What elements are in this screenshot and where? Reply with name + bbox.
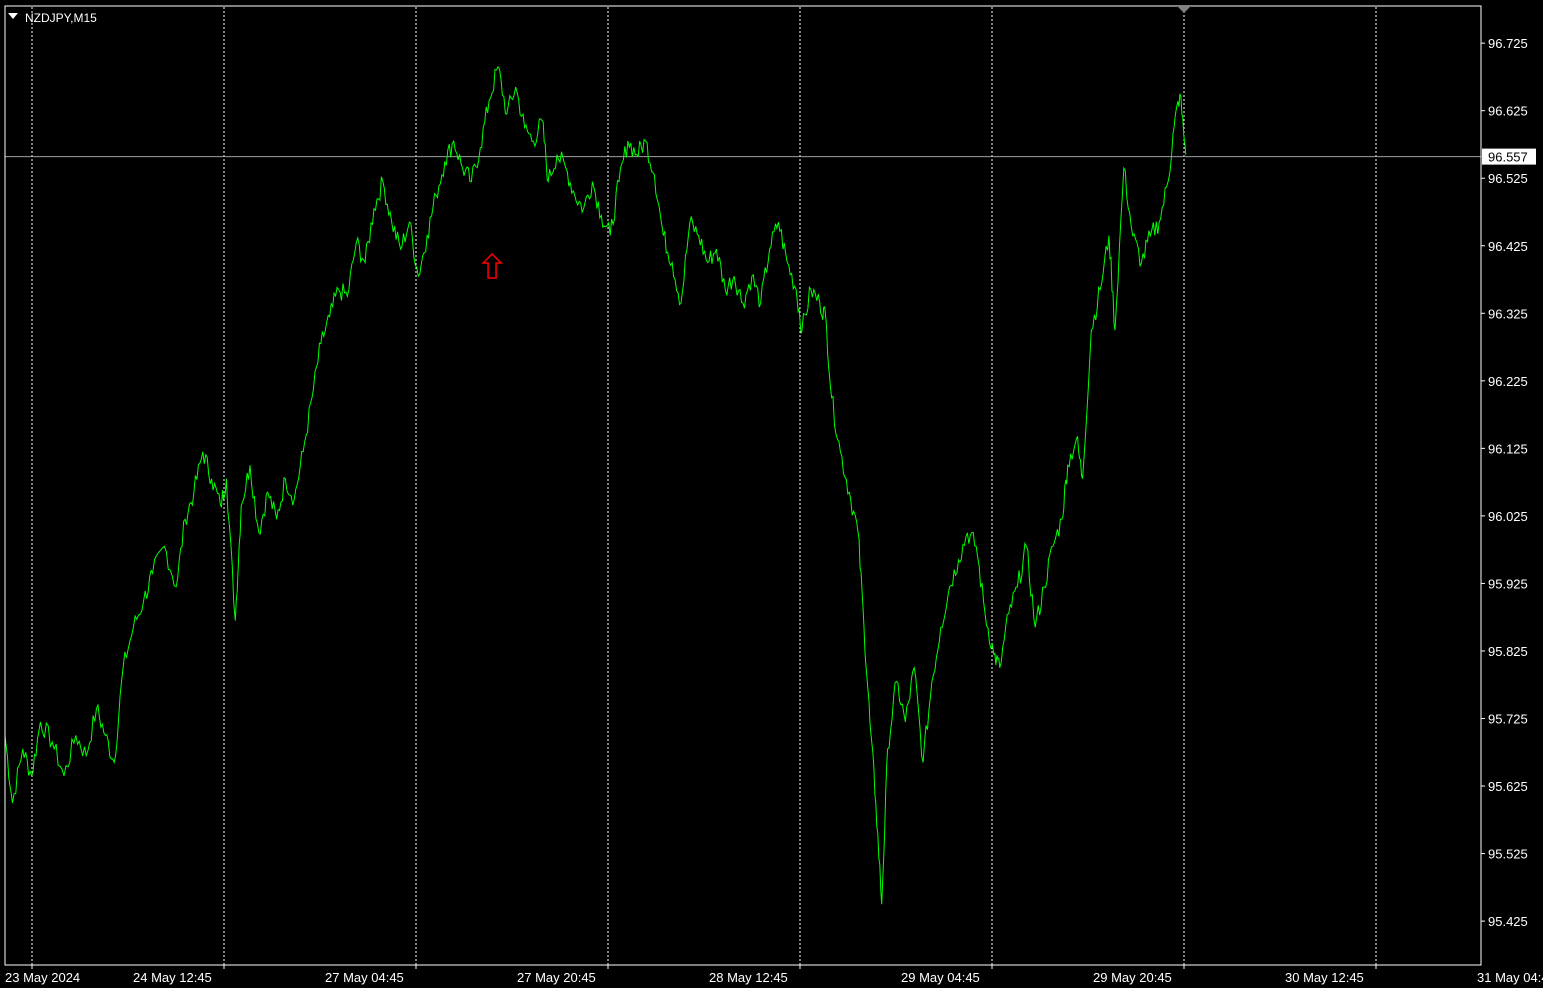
x-tick-label: 29 May 04:45 xyxy=(901,970,980,985)
y-tick-label: 95.925 xyxy=(1488,576,1528,591)
x-tick-label: 29 May 20:45 xyxy=(1093,970,1172,985)
x-tick-label: 24 May 12:45 xyxy=(133,970,212,985)
y-tick-label: 96.425 xyxy=(1488,239,1528,254)
y-tick-label: 96.225 xyxy=(1488,374,1528,389)
y-tick-label: 95.525 xyxy=(1488,847,1528,862)
price-chart[interactable]: 96.725 96.625 96.525 96.425 96.325 96.225 96.1… xyxy=(0,0,1543,988)
x-tick-label: 27 May 20:45 xyxy=(517,970,596,985)
x-tick-label: 27 May 04:45 xyxy=(325,970,404,985)
x-tick-label: 31 May 04:45 xyxy=(1477,970,1543,985)
y-tick-label: 95.425 xyxy=(1488,914,1528,929)
x-tick-label: 23 May 2024 xyxy=(5,970,80,985)
y-tick-label: 95.625 xyxy=(1488,779,1528,794)
svg-text:96.557: 96.557 xyxy=(1488,150,1528,165)
current-price-tag: 96.557 xyxy=(1482,148,1536,165)
y-tick-label: 95.725 xyxy=(1488,711,1528,726)
y-tick-label: 96.025 xyxy=(1488,509,1528,524)
y-tick-label: 96.625 xyxy=(1488,104,1528,119)
x-tick-label: 30 May 12:45 xyxy=(1285,970,1364,985)
y-tick-label: 96.325 xyxy=(1488,306,1528,321)
y-tick-label: 96.725 xyxy=(1488,36,1528,51)
chart-background xyxy=(0,0,1543,988)
y-tick-label: 95.825 xyxy=(1488,644,1528,659)
y-tick-label: 96.525 xyxy=(1488,171,1528,186)
x-tick-label: 28 May 12:45 xyxy=(709,970,788,985)
symbol-label: NZDJPY,M15 xyxy=(25,11,97,25)
y-tick-label: 96.125 xyxy=(1488,441,1528,456)
